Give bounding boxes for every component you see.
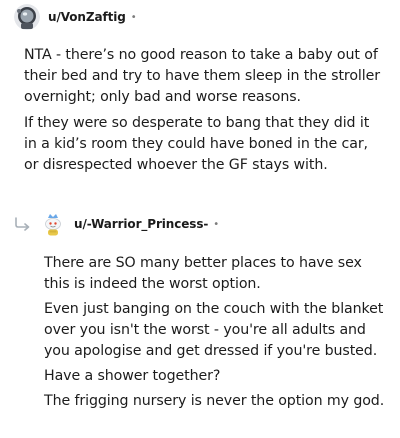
- comment-paragraph: If they were so desperate to bang that t…: [24, 115, 370, 173]
- comment-paragraph: NTA - there’s no good reason to take a b…: [24, 47, 380, 105]
- comment-paragraph: Even just banging on the couch with the …: [44, 301, 384, 359]
- username[interactable]: u/VonZaftig: [48, 10, 126, 24]
- comment-paragraph: Have a shower together?: [44, 368, 221, 384]
- separator-dot: •: [213, 218, 220, 230]
- astronaut-helmet-icon: [14, 4, 40, 30]
- comment-body: There are SO many better places to have …: [44, 253, 389, 412]
- separator-dot: •: [130, 11, 137, 23]
- comment-body: NTA - there’s no good reason to take a b…: [24, 45, 384, 176]
- reply-arrow-icon: [15, 217, 30, 231]
- avatar[interactable]: [40, 211, 66, 237]
- comment-paragraph: The frigging nursery is never the option…: [44, 393, 385, 409]
- avatar[interactable]: [14, 4, 40, 30]
- snoo-with-crown-icon: [40, 211, 66, 237]
- comment-header: u/VonZaftig •: [14, 1, 137, 33]
- username[interactable]: u/-Warrior_Princess-: [74, 217, 208, 231]
- comment-header: u/-Warrior_Princess- •: [14, 208, 219, 240]
- comment-paragraph: There are SO many better places to have …: [44, 255, 362, 292]
